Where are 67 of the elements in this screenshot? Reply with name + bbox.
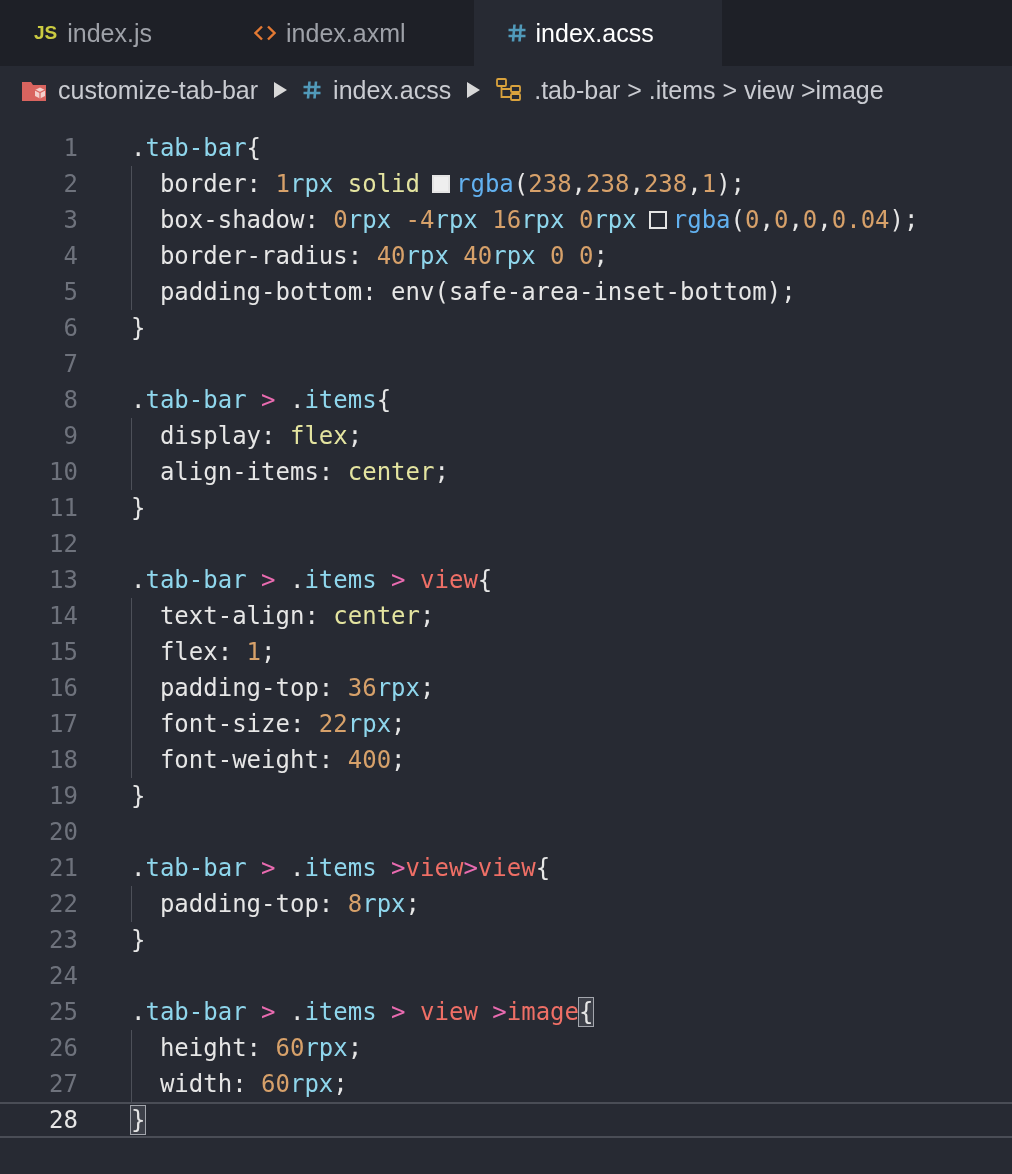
code-line: } xyxy=(131,314,146,342)
code-text: border: 1 rpx solid xyxy=(159,170,420,198)
code-line: align-items: center; xyxy=(159,458,449,486)
code-line: border-radius: 40 rpx 40 rpx 0 0; xyxy=(159,242,608,270)
line-number: 21 xyxy=(48,854,78,882)
code-line: height: 60 rpx; xyxy=(159,1034,363,1062)
file-tab[interactable]: JS index.js xyxy=(0,0,220,66)
file-tab[interactable]: index.axml xyxy=(220,0,474,66)
line-number: 2 xyxy=(62,170,78,198)
code-line: display: flex; xyxy=(159,422,363,450)
code-line: padding-top: 36 rpx; xyxy=(159,674,435,702)
code-line: font-weight: 400; xyxy=(159,746,406,774)
breadcrumb-item[interactable]: index.acss xyxy=(303,75,452,105)
folder-icon xyxy=(22,79,46,101)
line-number: 23 xyxy=(48,926,78,954)
code-line: font-size: 22 rpx; xyxy=(159,710,406,738)
line-number: 13 xyxy=(48,566,78,594)
line-number: 3 xyxy=(62,206,78,234)
breadcrumb-item[interactable]: .tab-bar > .items > view >image xyxy=(496,75,884,105)
line-number: 19 xyxy=(48,782,78,810)
line-number: 24 xyxy=(48,962,78,990)
line-number: 15 xyxy=(48,638,78,666)
code-brackets-icon xyxy=(254,25,276,41)
line-number: 22 xyxy=(48,890,78,918)
line-number: 26 xyxy=(48,1034,78,1062)
hash-icon xyxy=(507,24,526,42)
breadcrumb-item[interactable]: customize-tab-bar xyxy=(22,75,259,105)
caret-right-icon xyxy=(274,82,288,98)
line-number: 14 xyxy=(48,602,78,630)
line-number: 25 xyxy=(48,998,78,1026)
line-number: 9 xyxy=(62,422,78,450)
line-number: 28 xyxy=(48,1106,78,1134)
hierarchy-icon xyxy=(496,78,523,102)
code-line: } xyxy=(131,494,146,522)
line-number: 11 xyxy=(48,494,78,522)
code-line: padding-bottom: env(safe-area-inset-bottom); xyxy=(159,278,796,306)
code-line: width: 60 rpx; xyxy=(159,1070,348,1098)
code-text: rgba(238,238,238,1); xyxy=(456,170,746,198)
code-line: .tab-bar > .items >view>view{ xyxy=(131,854,551,882)
line-number: 27 xyxy=(48,1070,78,1098)
line-number: 6 xyxy=(62,314,78,342)
code-line: .tab-bar > .items{ xyxy=(131,386,392,414)
code-text: rgba(0,0,0,0.04); xyxy=(672,206,919,234)
code-line: } xyxy=(131,926,146,954)
line-number: 12 xyxy=(48,530,78,558)
line-number: 4 xyxy=(62,242,78,270)
line-number: 18 xyxy=(48,746,78,774)
code-line: .tab-bar > .items > view{ xyxy=(131,566,493,594)
code-line: } xyxy=(131,782,146,810)
line-number: 10 xyxy=(48,458,78,486)
code-text: box-shadow: 0 rpx -4rpx 16 rpx 0 rpx xyxy=(159,206,637,234)
code-line: padding-top: 8 rpx; xyxy=(159,890,420,918)
code-line: .tab-bar{ xyxy=(131,134,262,162)
line-number: 7 xyxy=(62,350,78,378)
line-number: 5 xyxy=(62,278,78,306)
file-tab[interactable]: index.acss xyxy=(473,0,722,66)
code-line: .tab-bar > .items > view >image{ xyxy=(131,998,594,1026)
hash-icon xyxy=(303,81,322,99)
line-number: 8 xyxy=(62,386,78,414)
js-icon: JS xyxy=(34,22,58,44)
line-number: 17 xyxy=(48,710,78,738)
code-line: flex: 1; xyxy=(159,638,276,666)
line-number: 20 xyxy=(48,818,78,846)
code-line: text-align: center; xyxy=(159,602,435,630)
line-number: 16 xyxy=(48,674,78,702)
caret-right-icon xyxy=(467,82,481,98)
line-number: 1 xyxy=(62,134,78,162)
